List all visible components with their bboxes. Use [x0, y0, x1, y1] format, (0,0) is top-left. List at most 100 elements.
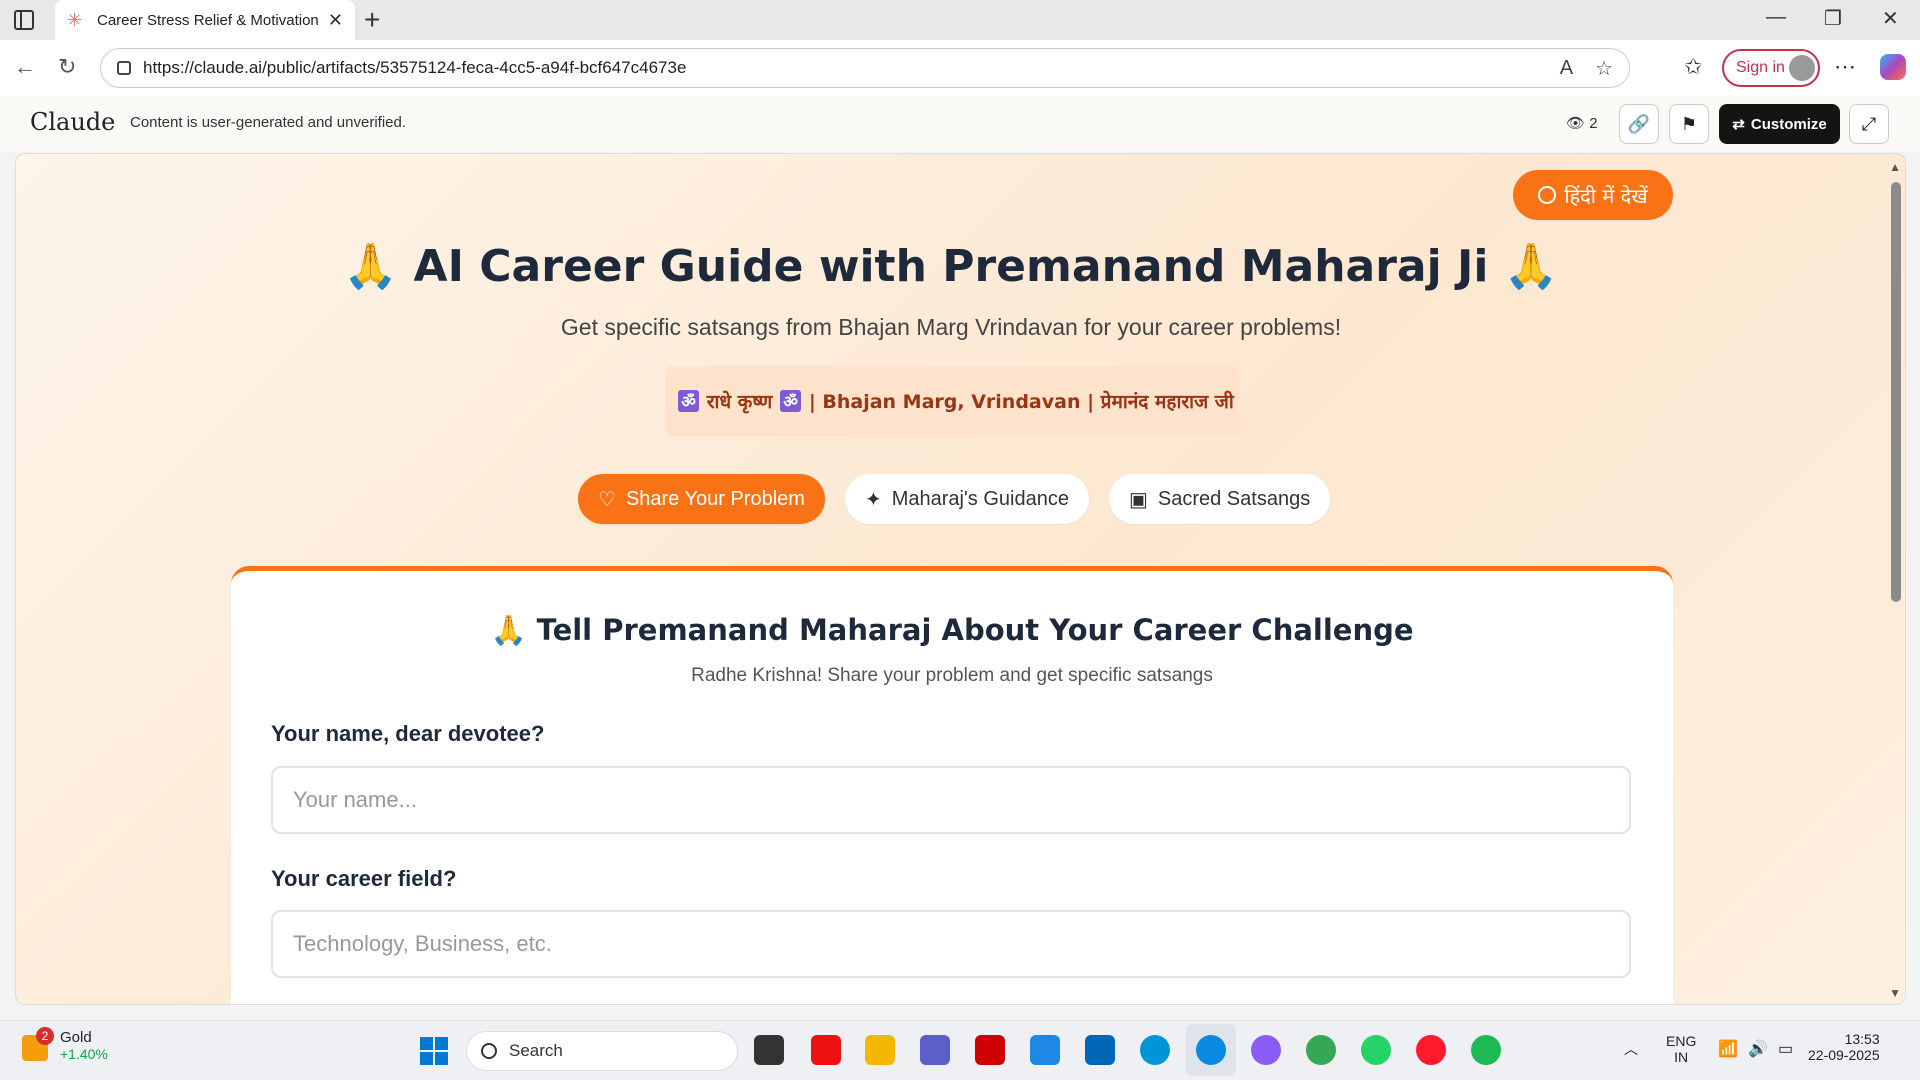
task-view-icon[interactable]	[754, 1035, 784, 1065]
career-field-label: Your career field?	[271, 866, 457, 891]
tab-label: Sacred Satsangs	[1157, 487, 1311, 510]
search-icon	[481, 1043, 497, 1059]
close-window-button[interactable]: ✕	[1882, 6, 1899, 31]
copy-link-button[interactable]: 🔗	[1619, 104, 1659, 144]
widget-change: +1.40%	[60, 1046, 108, 1062]
problem-form-card: 🙏 Tell Premanand Maharaj About Your Care…	[231, 566, 1673, 1004]
eye-icon: 👁	[1566, 115, 1586, 132]
edge-icon[interactable]	[1196, 1035, 1226, 1065]
hp-icon[interactable]	[1140, 1035, 1170, 1065]
system-clock[interactable]: 13:53 22-09-2025	[1808, 1031, 1880, 1063]
windows-start-icon[interactable]	[420, 1037, 448, 1065]
reload-button[interactable]: ↻	[58, 54, 76, 80]
claude-asterisk-icon: ✳	[67, 9, 83, 30]
language-indicator[interactable]: ENG IN	[1666, 1033, 1696, 1065]
battery-icon[interactable]: ▭	[1778, 1039, 1793, 1059]
customize-button[interactable]: ⇄ Customize	[1719, 104, 1840, 144]
sparkles-icon: ✦	[864, 488, 882, 511]
om-symbol: ॐ	[780, 390, 801, 412]
url-text[interactable]: https://claude.ai/public/artifacts/53575…	[143, 58, 1538, 78]
region-code: IN	[1674, 1049, 1689, 1065]
more-options-icon[interactable]: ⋯	[1834, 54, 1856, 80]
content-notice: Content is user-generated and unverified…	[130, 114, 407, 131]
mantra-radhe: राधे कृष्ण	[706, 391, 773, 413]
mantra-rest: | Bhajan Marg, Vrindavan | प्रेमानंद महा…	[808, 391, 1234, 413]
opera-icon[interactable]	[1416, 1035, 1446, 1065]
view-count: 👁 2	[1566, 114, 1598, 132]
back-button[interactable]: ←	[14, 54, 36, 80]
page-subtitle: Get specific satsangs from Bhajan Marg V…	[560, 314, 1342, 340]
tab-strip: ✳ Career Stress Relief & Motivation ✕ + …	[0, 0, 1920, 40]
close-tab-icon[interactable]: ✕	[328, 10, 343, 31]
link-icon: 🔗	[1627, 113, 1651, 134]
new-tab-button[interactable]: +	[364, 4, 380, 36]
sign-in-label: Sign in	[1736, 59, 1785, 76]
sign-in-button[interactable]: Sign in	[1722, 49, 1820, 87]
address-bar[interactable]: https://claude.ai/public/artifacts/53575…	[100, 48, 1630, 88]
hindi-toggle-button[interactable]: हिंदी में देखें	[1513, 170, 1673, 220]
shuffle-icon: ⇄	[1732, 116, 1745, 133]
file-explorer-icon[interactable]	[865, 1035, 895, 1065]
search-label: Search	[509, 1041, 563, 1060]
claude-logo[interactable]: Claude	[30, 108, 115, 136]
name-label: Your name, dear devotee?	[271, 721, 545, 746]
weather-app-icon[interactable]	[1030, 1035, 1060, 1065]
widget-name: Gold	[60, 1029, 92, 1046]
store-icon[interactable]	[1085, 1035, 1115, 1065]
widget-badge: 2	[36, 1027, 54, 1045]
card-subtitle: Radhe Krishna! Share your problem and ge…	[691, 665, 1213, 686]
favorites-icon[interactable]: ✩	[1684, 54, 1702, 80]
browser-tab[interactable]: ✳ Career Stress Relief & Motivation ✕	[55, 0, 355, 40]
read-aloud-icon[interactable]: A	[1560, 57, 1573, 80]
teams-icon[interactable]	[920, 1035, 950, 1065]
name-input[interactable]	[271, 766, 1631, 834]
tab-label: Share Your Problem	[625, 487, 805, 510]
video-icon: ▣	[1128, 488, 1148, 511]
career-field-input[interactable]	[271, 910, 1631, 978]
favorite-star-icon[interactable]: ☆	[1595, 56, 1613, 81]
taskbar: 2 Gold +1.40% Search ︿ ENG IN 📶 🔊 ▭ 13:5…	[0, 1020, 1920, 1080]
restore-button[interactable]: ❐	[1824, 6, 1842, 31]
clock-time: 13:53	[1844, 1031, 1880, 1047]
scroll-thumb[interactable]	[1891, 182, 1901, 602]
site-info-icon[interactable]	[117, 61, 131, 75]
tab-share-problem[interactable]: ♡ Share Your Problem	[578, 474, 825, 524]
scroll-down-arrow[interactable]: ▼	[1889, 986, 1901, 1000]
page-title: 🙏 AI Career Guide with Premanand Maharaj…	[343, 241, 1559, 292]
flag-icon: ⚑	[1680, 113, 1698, 134]
hindi-toggle-label: हिंदी में देखें	[1564, 183, 1648, 208]
card-title: 🙏 Tell Premanand Maharaj About Your Care…	[490, 613, 1414, 647]
lang-code: ENG	[1666, 1033, 1697, 1049]
avatar	[1789, 55, 1815, 81]
om-symbol: ॐ	[678, 390, 699, 412]
wifi-icon[interactable]: 📶	[1718, 1039, 1738, 1059]
chrome-icon[interactable]	[1306, 1035, 1336, 1065]
whatsapp-icon[interactable]	[1361, 1035, 1391, 1065]
copilot-icon[interactable]	[1880, 54, 1906, 80]
report-button[interactable]: ⚑	[1669, 104, 1709, 144]
tab-guidance[interactable]: ✦ Maharaj's Guidance	[844, 474, 1089, 524]
claude-header: Claude Content is user-generated and unv…	[0, 96, 1920, 152]
gold-chart-icon: 2	[22, 1027, 54, 1061]
scrollbar[interactable]: ▲ ▼	[1885, 154, 1905, 1004]
mantra-banner: ॐ राधे कृष्ण ॐ | Bhajan Marg, Vrindavan …	[665, 366, 1239, 436]
mcafee-icon[interactable]	[975, 1035, 1005, 1065]
scroll-up-arrow[interactable]: ▲	[1889, 160, 1901, 174]
sidebar-toggle-icon[interactable]	[14, 10, 34, 30]
heart-icon: ♡	[598, 488, 616, 511]
customize-label: Customize	[1750, 115, 1827, 133]
volume-icon[interactable]: 🔊	[1748, 1039, 1768, 1059]
clock-date: 22-09-2025	[1808, 1047, 1880, 1063]
taskbar-search[interactable]: Search	[466, 1031, 738, 1071]
browser-toolbar: ← ↻ https://claude.ai/public/artifacts/5…	[0, 40, 1920, 96]
globe-icon	[1538, 186, 1557, 204]
adobe-icon[interactable]	[811, 1035, 841, 1065]
fullscreen-button[interactable]: ⤢	[1849, 104, 1889, 144]
gold-widget[interactable]: 2 Gold +1.40%	[22, 1027, 108, 1062]
copilot-app-icon[interactable]	[1251, 1035, 1281, 1065]
tab-label: Maharaj's Guidance	[891, 487, 1069, 510]
spotify-icon[interactable]	[1471, 1035, 1501, 1065]
tab-satsangs[interactable]: ▣ Sacred Satsangs	[1108, 474, 1331, 524]
show-hidden-icons[interactable]: ︿	[1624, 1039, 1638, 1059]
minimize-button[interactable]: —	[1766, 6, 1786, 29]
